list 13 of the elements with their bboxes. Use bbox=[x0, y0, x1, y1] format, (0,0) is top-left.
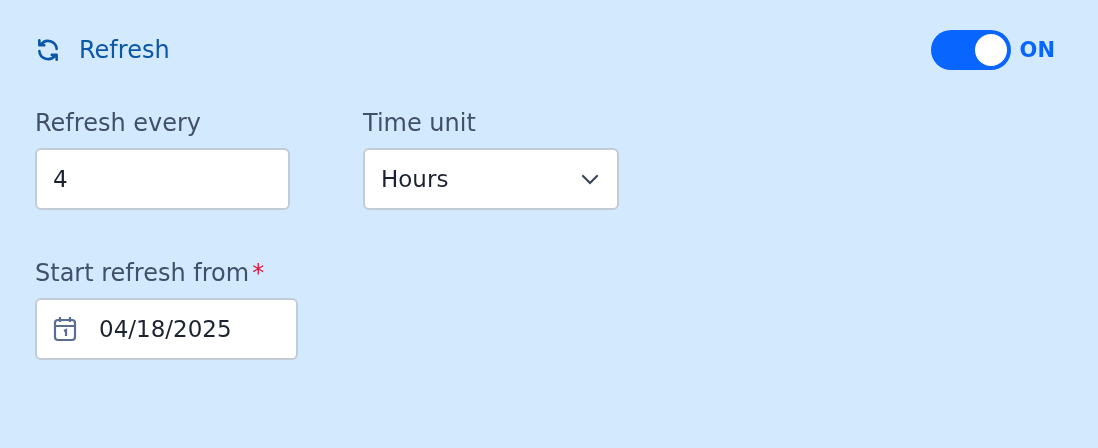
field-label: Time unit bbox=[363, 109, 476, 137]
number-input[interactable]: 4 bbox=[35, 148, 290, 210]
section-title: Refresh bbox=[79, 36, 170, 64]
calendar-icon bbox=[53, 316, 77, 342]
toggle-switch[interactable] bbox=[930, 30, 1011, 70]
toggle-label: ON bbox=[1019, 38, 1055, 62]
date-input[interactable]: 04/18/2025 bbox=[35, 298, 298, 360]
chevron-down-icon bbox=[581, 173, 599, 185]
field-label: Refresh every bbox=[35, 109, 202, 137]
field-label: Start refresh from bbox=[35, 259, 250, 287]
time-unit-select[interactable]: Hours bbox=[363, 148, 619, 210]
refresh-icon bbox=[35, 37, 61, 63]
required-asterisk: * bbox=[252, 259, 265, 287]
